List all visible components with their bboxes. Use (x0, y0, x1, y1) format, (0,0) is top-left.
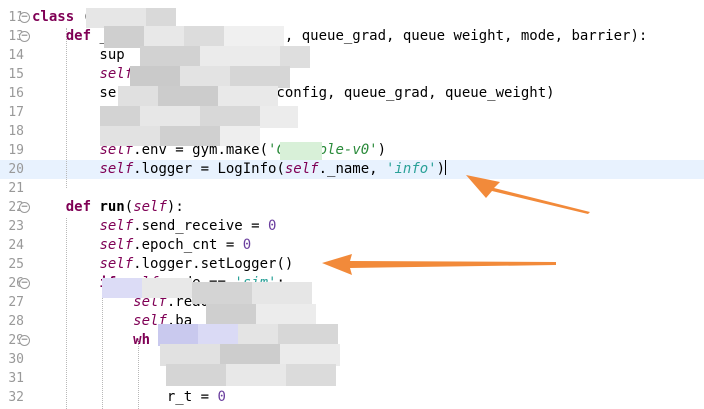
annotation-arrows (322, 175, 590, 275)
orange-arrow-upper (466, 175, 590, 214)
orange-arrow-lower (322, 254, 556, 275)
